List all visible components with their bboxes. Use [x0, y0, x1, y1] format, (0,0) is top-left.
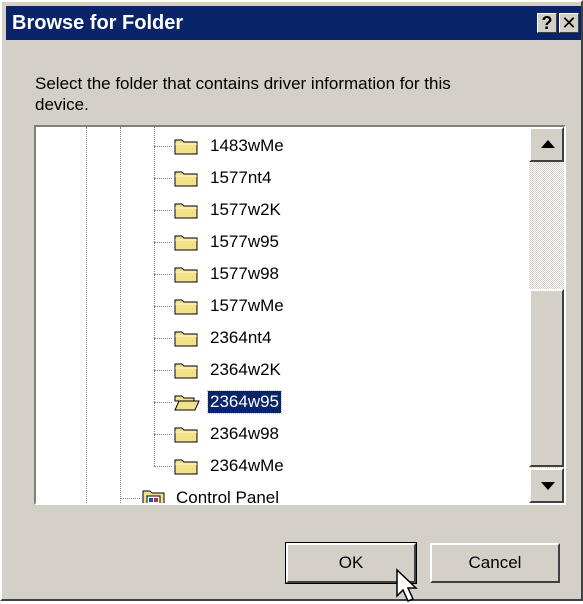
up-arrow-icon — [541, 140, 555, 148]
tree-item-1577w98[interactable]: 1577w98 — [36, 263, 516, 295]
tree-item-label: 1577w95 — [210, 232, 280, 251]
tree-item-2364wme[interactable]: 2364wMe — [36, 455, 516, 487]
help-button[interactable]: ? — [537, 13, 557, 33]
instruction-text: Select the folder that contains driver i… — [35, 74, 451, 114]
tree-item-label: 1483wMe — [210, 136, 284, 155]
tree-item-2364w98[interactable]: 2364w98 — [36, 423, 516, 455]
folder-open-icon — [174, 392, 200, 412]
folder-closed-icon — [174, 360, 200, 380]
browse-for-folder-dialog: Browse for Folder ? ✕ Select the folder … — [0, 0, 583, 602]
folder-closed-icon — [174, 424, 200, 444]
tree-item-2364w2k[interactable]: 2364w2K — [36, 359, 516, 391]
down-arrow-icon — [541, 482, 555, 490]
tree-item-label: 2364w2K — [210, 360, 281, 379]
vertical-scrollbar[interactable] — [529, 127, 564, 503]
scroll-up-button[interactable] — [529, 127, 564, 162]
tree-item-1483wme[interactable]: 1483wMe — [36, 135, 516, 167]
tree-item-control-panel[interactable]: Control Panel — [36, 487, 516, 503]
tree-item-label: Control Panel — [176, 488, 280, 503]
folder-tree-viewport: 1483wMe 1577nt4 1577w2K 1577w95 1577w98 1577w… — [36, 127, 529, 503]
tree-item-1577w95[interactable]: 1577w95 — [36, 231, 516, 263]
title-bar[interactable]: Browse for Folder ? ✕ — [6, 6, 581, 40]
tree-item-label: 2364wMe — [210, 456, 284, 475]
tree-item-label: 1577w98 — [210, 264, 280, 283]
tree-item-1577nt4[interactable]: 1577nt4 — [36, 167, 516, 199]
mouse-cursor-icon — [396, 568, 418, 602]
folder-closed-icon — [174, 200, 200, 220]
folder-closed-icon — [174, 264, 200, 284]
folder-tree[interactable]: 1483wMe 1577nt4 1577w2K 1577w95 1577w98 1577w… — [34, 125, 566, 505]
scroll-down-button[interactable] — [529, 468, 564, 503]
tree-guide-line — [154, 127, 155, 466]
tree-item-2364nt4[interactable]: 2364nt4 — [36, 327, 516, 359]
tree-item-label: 1577nt4 — [210, 168, 272, 187]
tree-item-1577w2k[interactable]: 1577w2K — [36, 199, 516, 231]
tree-item-label: 2364nt4 — [210, 328, 272, 347]
folder-closed-icon — [174, 168, 200, 188]
dialog-title: Browse for Folder — [12, 12, 184, 34]
scroll-thumb[interactable] — [529, 289, 564, 467]
folder-closed-icon — [174, 296, 200, 316]
tree-item-label: 1577wMe — [210, 296, 284, 315]
tree-item-label: 2364w95 — [206, 390, 283, 414]
folder-closed-icon — [174, 136, 200, 156]
close-button[interactable]: ✕ — [559, 13, 579, 33]
folder-closed-icon — [174, 456, 200, 476]
folder-closed-icon — [174, 328, 200, 348]
tree-item-label: 2364w98 — [210, 424, 280, 443]
control-panel-icon — [142, 488, 166, 503]
cancel-button[interactable]: Cancel — [430, 543, 560, 583]
tree-item-label: 1577w2K — [210, 200, 281, 219]
tree-item-2364w95[interactable]: 2364w95 — [36, 390, 516, 423]
folder-closed-icon — [174, 232, 200, 252]
tree-item-1577wme[interactable]: 1577wMe — [36, 295, 516, 327]
